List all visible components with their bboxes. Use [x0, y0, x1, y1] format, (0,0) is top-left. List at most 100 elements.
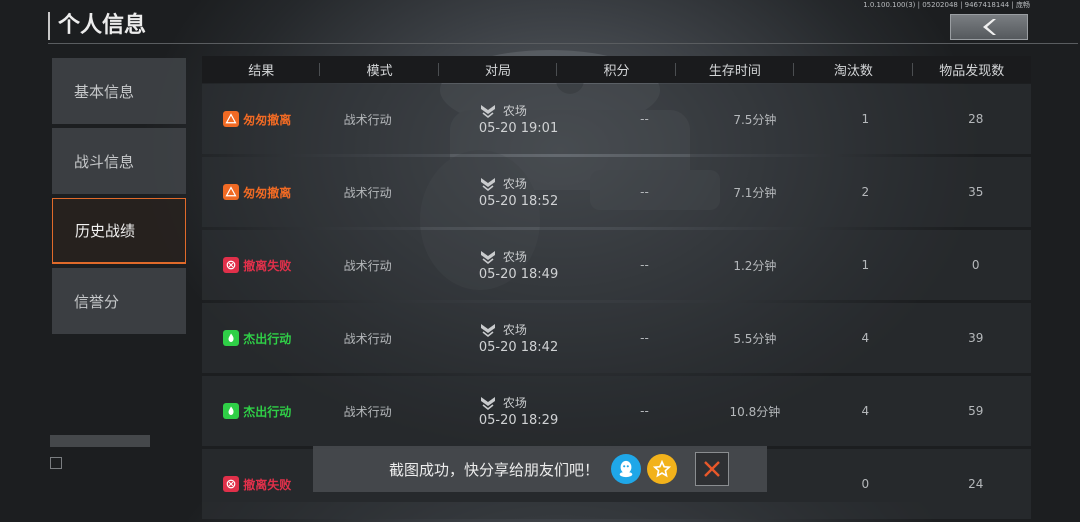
evac-failed-icon [223, 257, 240, 273]
faint-checkbox [50, 457, 62, 469]
page-title: 个人信息 [48, 12, 146, 40]
items-found-cell: 24 [968, 477, 984, 491]
items-found-cell: 28 [968, 112, 984, 126]
title-divider [48, 43, 1078, 44]
column-header-match: 对局 [439, 56, 558, 83]
map-name: 农场 [502, 177, 527, 191]
map-line: 农场 [479, 394, 527, 411]
kills-cell: 4 [861, 404, 870, 418]
survival-time-cell: 7.5分钟 [733, 112, 777, 127]
map-emblem-icon [480, 104, 495, 118]
score-cell: -- [640, 258, 649, 272]
sidebar-item-label: 信誉分 [74, 292, 120, 311]
close-icon [704, 461, 720, 477]
result-cell: 匆匆撤离 [202, 84, 312, 154]
result-label: 杰出行动 [243, 404, 292, 419]
table-row[interactable]: 匆匆撤离 战术行动 农场 05-20 18:52 -- 7.1分钟 2 35 [202, 157, 1031, 227]
map-line: 农场 [479, 321, 527, 338]
back-button[interactable] [950, 14, 1028, 40]
match-time: 05-20 19:01 [478, 121, 559, 136]
result-label-wrap: 撤离失败 [223, 476, 291, 493]
screenshot-toast: 截图成功，快分享给朋友们吧！ [313, 446, 767, 492]
table-row[interactable]: 杰出行动 战术行动 农场 05-20 18:42 -- 5.5分钟 4 39 [202, 303, 1031, 373]
match-cell: 农场 05-20 18:42 [423, 303, 589, 373]
map-emblem-icon [480, 323, 495, 337]
result-label-wrap: 匆匆撤离 [223, 184, 291, 201]
result-label: 匆匆撤离 [243, 185, 292, 200]
sidebar-item-basic-info[interactable]: 基本信息 [52, 58, 186, 124]
survival-time-cell: 10.8分钟 [729, 404, 781, 419]
result-cell: 杰出行动 [202, 376, 312, 446]
sidebar-item-label: 历史战绩 [75, 222, 136, 240]
hasty-evac-icon [223, 184, 240, 200]
items-found-cell: 39 [968, 331, 984, 345]
mode-cell: 战术行动 [343, 331, 392, 346]
map-emblem-icon [480, 177, 495, 191]
map-name: 农场 [502, 396, 527, 410]
kills-cell: 4 [861, 331, 870, 345]
items-found-cell: 0 [971, 258, 980, 272]
column-header-kills: 淘汰数 [794, 56, 913, 83]
map-line: 农场 [479, 248, 527, 265]
score-cell: -- [640, 112, 649, 126]
qzone-share-button[interactable] [647, 454, 678, 484]
map-name: 农场 [502, 104, 527, 118]
qzone-star-icon [653, 460, 672, 478]
mode-cell: 战术行动 [343, 112, 392, 127]
sidebar-item-combat-info[interactable]: 战斗信息 [52, 128, 186, 194]
result-label: 撤离失败 [243, 258, 292, 273]
result-label-wrap: 匆匆撤离 [223, 111, 291, 128]
match-cell: 农场 05-20 18:29 [423, 376, 589, 446]
toast-close-button[interactable] [695, 452, 730, 486]
outstanding-icon [223, 403, 240, 419]
back-arrow-icon [983, 19, 996, 35]
map-name: 农场 [502, 323, 527, 337]
column-header-mode: 模式 [320, 56, 440, 83]
sidebar-item-match-history[interactable]: 历史战绩 [52, 198, 186, 264]
result-cell: 杰出行动 [202, 303, 312, 373]
result-cell: 匆匆撤离 [202, 157, 312, 227]
match-cell: 农场 05-20 19:01 [423, 84, 589, 154]
survival-time-cell: 1.2分钟 [733, 258, 777, 273]
score-cell: -- [640, 185, 649, 199]
kills-cell: 1 [861, 258, 870, 272]
score-cell: -- [640, 404, 649, 418]
map-line: 农场 [479, 102, 527, 119]
column-header-result: 结果 [202, 56, 321, 83]
mode-cell: 战术行动 [343, 258, 392, 273]
build-info: 1.0.100.100(3) | 05202048 | 9467418144 |… [863, 1, 1030, 9]
items-found-cell: 35 [968, 185, 984, 199]
toast-message: 截图成功，快分享给朋友们吧！ [389, 460, 600, 479]
result-label-wrap: 撤离失败 [223, 257, 291, 274]
result-label: 匆匆撤离 [243, 112, 292, 127]
result-label-wrap: 杰出行动 [223, 403, 291, 420]
sidebar-item-credit-score[interactable]: 信誉分 [52, 268, 186, 334]
sidebar: 基本信息 战斗信息 历史战绩 信誉分 [52, 58, 186, 338]
faint-ui-bar [50, 435, 150, 447]
table-row[interactable]: 匆匆撤离 战术行动 农场 05-20 19:01 -- 7.5分钟 1 28 [202, 84, 1031, 154]
table-row[interactable]: 撤离失败 战术行动 农场 05-20 18:49 -- 1.2分钟 1 0 [202, 230, 1031, 300]
evac-failed-icon [223, 476, 240, 492]
map-line: 农场 [479, 175, 527, 192]
qq-icon [619, 460, 633, 478]
score-cell: -- [640, 331, 649, 345]
kills-cell: 2 [861, 185, 870, 199]
qq-share-button[interactable] [611, 454, 642, 484]
hasty-evac-icon [223, 111, 240, 127]
result-label: 杰出行动 [243, 331, 292, 346]
outstanding-icon [223, 330, 240, 346]
mode-cell: 战术行动 [343, 185, 392, 200]
table-row[interactable]: 杰出行动 战术行动 农场 05-20 18:29 -- 10.8分钟 4 59 [202, 376, 1031, 446]
mode-cell: 战术行动 [343, 404, 392, 419]
result-label: 撤离失败 [243, 477, 292, 492]
match-cell: 农场 05-20 18:52 [423, 157, 589, 227]
items-found-cell: 59 [968, 404, 984, 418]
sidebar-item-label: 战斗信息 [74, 152, 135, 171]
match-time: 05-20 18:49 [478, 267, 559, 282]
map-emblem-icon [480, 396, 495, 410]
sidebar-item-label: 基本信息 [74, 82, 135, 101]
table-header: 结果 模式 对局 积分 生存时间 淘汰数 物品发现数 [202, 56, 1031, 83]
result-cell: 撤离失败 [202, 230, 312, 300]
result-label-wrap: 杰出行动 [223, 330, 291, 347]
column-header-items-found: 物品发现数 [939, 64, 1005, 79]
